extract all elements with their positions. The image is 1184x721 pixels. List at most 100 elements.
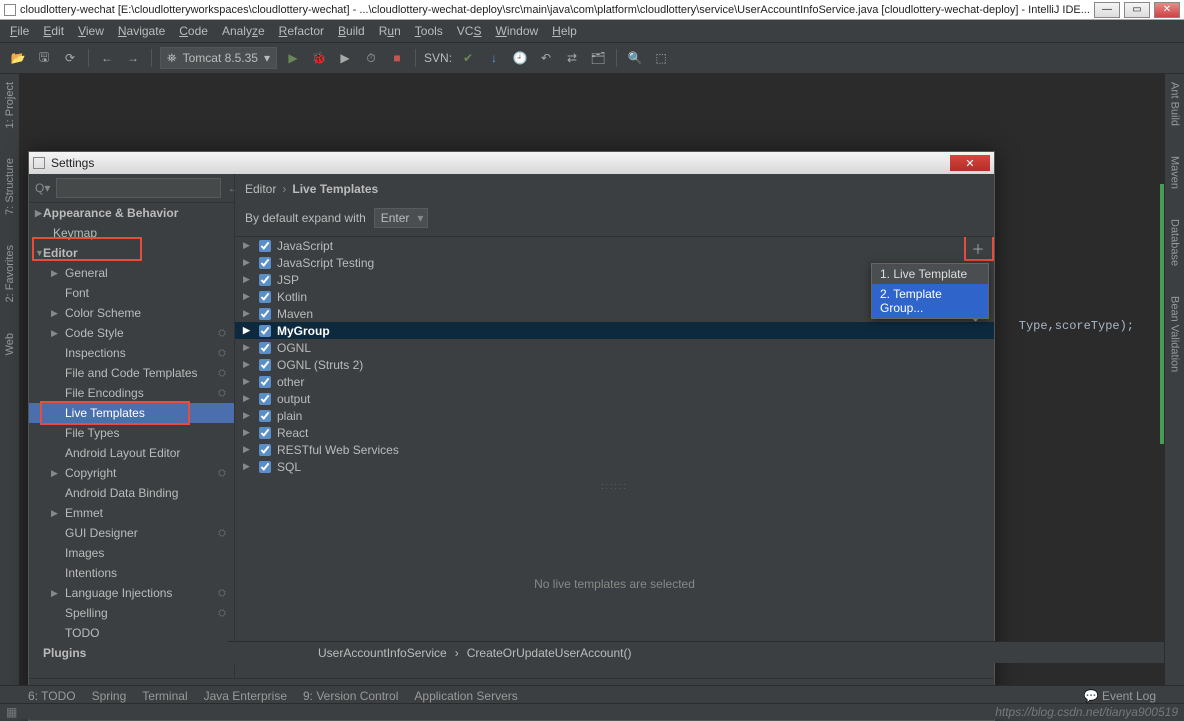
- template-checkbox[interactable]: [259, 291, 271, 303]
- tree-editor-intentions[interactable]: Intentions: [29, 563, 234, 583]
- template-list[interactable]: ▶JavaScript▶JavaScript Testing▶JSP▶Kotli…: [235, 237, 994, 481]
- maximize-button[interactable]: ▭: [1124, 2, 1150, 18]
- settings-tree[interactable]: ▶Appearance & Behavior Keymap ▼Editor ▶G…: [29, 203, 234, 678]
- refresh-icon[interactable]: ⟳: [60, 48, 80, 68]
- template-group-ognl-struts-2-[interactable]: ▶OGNL (Struts 2): [235, 356, 994, 373]
- template-group-mygroup[interactable]: ▶MyGroup: [235, 322, 994, 339]
- tree-editor-general[interactable]: ▶General: [29, 263, 234, 283]
- gutter-web[interactable]: Web: [4, 333, 16, 355]
- menu-window[interactable]: Window: [495, 24, 538, 38]
- crumb-method[interactable]: CreateOrUpdateUserAccount(): [467, 646, 632, 660]
- tree-editor-code-style[interactable]: ▶Code Style⛭: [29, 323, 234, 343]
- gutter-favorites[interactable]: 2: Favorites: [4, 245, 16, 302]
- toolwin-eventlog[interactable]: 💬 Event Log: [1084, 689, 1156, 703]
- search-icon[interactable]: 🔍: [625, 48, 645, 68]
- run-icon[interactable]: ▶: [283, 48, 303, 68]
- menu-refactor[interactable]: Refactor: [279, 24, 324, 38]
- tree-editor-language-injections[interactable]: ▶Language Injections⛭: [29, 583, 234, 603]
- save-icon[interactable]: 🖫: [34, 48, 54, 68]
- gutter-maven[interactable]: Maven: [1169, 156, 1181, 189]
- expand-combo[interactable]: Enter: [374, 208, 429, 228]
- popup-live-template[interactable]: 1. Live Template: [872, 264, 988, 284]
- menu-edit[interactable]: Edit: [43, 24, 64, 38]
- menu-tools[interactable]: Tools: [415, 24, 443, 38]
- tree-editor-images[interactable]: Images: [29, 543, 234, 563]
- minimize-button[interactable]: —: [1094, 2, 1120, 18]
- toolwin-todo[interactable]: 6: TODO: [28, 689, 76, 703]
- crumb-class[interactable]: UserAccountInfoService: [318, 646, 447, 660]
- svn-revert-icon[interactable]: ↶: [536, 48, 556, 68]
- template-checkbox[interactable]: [259, 359, 271, 371]
- tree-editor-spelling[interactable]: Spelling⛭: [29, 603, 234, 623]
- tree-editor-inspections[interactable]: Inspections⛭: [29, 343, 234, 363]
- template-checkbox[interactable]: [259, 274, 271, 286]
- toolwin-vcs[interactable]: 9: Version Control: [303, 689, 398, 703]
- gutter-bean[interactable]: Bean Validation: [1169, 296, 1181, 372]
- tree-editor-android-data-binding[interactable]: Android Data Binding: [29, 483, 234, 503]
- add-template-button[interactable]: ＋: [969, 239, 987, 257]
- template-checkbox[interactable]: [259, 308, 271, 320]
- tree-editor-file-and-code-templates[interactable]: File and Code Templates⛭: [29, 363, 234, 383]
- menu-analyze[interactable]: Analyze: [222, 24, 265, 38]
- tree-editor-font[interactable]: Font: [29, 283, 234, 303]
- crumb-editor[interactable]: Editor: [245, 182, 276, 196]
- menu-run[interactable]: Run: [379, 24, 401, 38]
- gutter-project[interactable]: 1: Project: [4, 82, 16, 128]
- menu-view[interactable]: View: [78, 24, 104, 38]
- splitter-grip[interactable]: ::::::: [235, 481, 994, 489]
- status-left-icon[interactable]: ▦: [6, 705, 17, 719]
- gutter-database[interactable]: Database: [1169, 219, 1181, 266]
- tree-editor-color-scheme[interactable]: ▶Color Scheme: [29, 303, 234, 323]
- template-group-plain[interactable]: ▶plain: [235, 407, 994, 424]
- tree-editor-android-layout-editor[interactable]: Android Layout Editor: [29, 443, 234, 463]
- template-group-react[interactable]: ▶React: [235, 424, 994, 441]
- menu-build[interactable]: Build: [338, 24, 365, 38]
- svn-history-icon[interactable]: 🕘: [510, 48, 530, 68]
- tree-editor-live-templates[interactable]: Live Templates: [29, 403, 234, 423]
- toolwin-spring[interactable]: Spring: [92, 689, 127, 703]
- svn-commit-icon[interactable]: ✔: [458, 48, 478, 68]
- template-checkbox[interactable]: [259, 325, 271, 337]
- stop-icon[interactable]: ■: [387, 48, 407, 68]
- template-group-sql[interactable]: ▶SQL: [235, 458, 994, 475]
- template-group-ognl[interactable]: ▶OGNL: [235, 339, 994, 356]
- template-checkbox[interactable]: [259, 410, 271, 422]
- undo-icon[interactable]: ←: [97, 48, 117, 68]
- toolwin-appservers[interactable]: Application Servers: [414, 689, 517, 703]
- tree-appearance[interactable]: ▶Appearance & Behavior: [29, 203, 234, 223]
- template-checkbox[interactable]: [259, 393, 271, 405]
- menu-help[interactable]: Help: [552, 24, 577, 38]
- svn-browse-icon[interactable]: 🗂: [588, 48, 608, 68]
- tree-plugins[interactable]: Plugins: [29, 643, 234, 663]
- profile-icon[interactable]: ⏱: [361, 48, 381, 68]
- tree-editor[interactable]: ▼Editor: [29, 243, 234, 263]
- svn-diff-icon[interactable]: ⇄: [562, 48, 582, 68]
- menu-navigate[interactable]: Navigate: [118, 24, 165, 38]
- settings-close-button[interactable]: ✕: [950, 155, 990, 171]
- menu-vcs[interactable]: VCS: [457, 24, 482, 38]
- open-icon[interactable]: 📂: [8, 48, 28, 68]
- template-group-restful-web-services[interactable]: ▶RESTful Web Services: [235, 441, 994, 458]
- toolwin-terminal[interactable]: Terminal: [142, 689, 187, 703]
- tree-editor-gui-designer[interactable]: GUI Designer⛭: [29, 523, 234, 543]
- debug-icon[interactable]: 🐞: [309, 48, 329, 68]
- redo-icon[interactable]: →: [123, 48, 143, 68]
- coverage-icon[interactable]: ▶: [335, 48, 355, 68]
- template-checkbox[interactable]: [259, 342, 271, 354]
- template-group-javascript[interactable]: ▶JavaScript: [235, 237, 994, 254]
- template-checkbox[interactable]: [259, 240, 271, 252]
- close-button[interactable]: ✕: [1154, 2, 1180, 18]
- tree-editor-copyright[interactable]: ▶Copyright⛭: [29, 463, 234, 483]
- popup-template-group[interactable]: 2. Template Group...: [872, 284, 988, 318]
- template-checkbox[interactable]: [259, 376, 271, 388]
- template-checkbox[interactable]: [259, 461, 271, 473]
- tree-editor-todo[interactable]: TODO: [29, 623, 234, 643]
- run-config-select[interactable]: ⛯ Tomcat 8.5.35 ▾: [160, 47, 277, 69]
- structure-icon[interactable]: ⬚: [651, 48, 671, 68]
- tree-keymap[interactable]: Keymap: [29, 223, 234, 243]
- template-group-other[interactable]: ▶other: [235, 373, 994, 390]
- menu-file[interactable]: File: [10, 24, 29, 38]
- svn-update-icon[interactable]: ↓: [484, 48, 504, 68]
- settings-titlebar[interactable]: Settings ✕: [29, 152, 994, 174]
- template-group-output[interactable]: ▶output: [235, 390, 994, 407]
